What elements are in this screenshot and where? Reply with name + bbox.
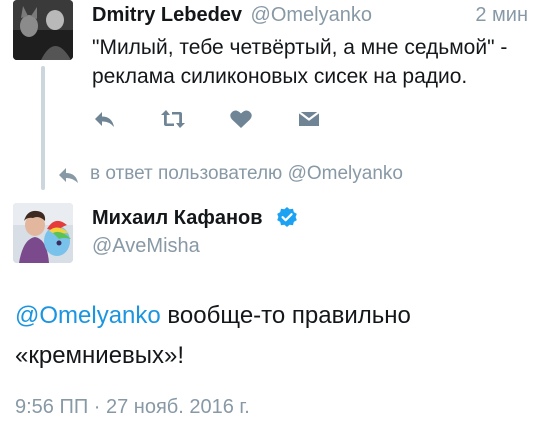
reply-icon: [95, 112, 114, 127]
tweet-actions: [92, 107, 332, 131]
tweet-text: @Omelyanko вообще-то правильно «кремниев…: [15, 296, 525, 376]
author-name[interactable]: Dmitry Lebedev: [92, 4, 242, 26]
reply-icon: [59, 168, 78, 183]
message-icon: [298, 111, 320, 126]
avatar[interactable]: [13, 0, 73, 60]
retweet-button[interactable]: [160, 107, 186, 131]
author-name[interactable]: Михаил Кафанов: [92, 207, 263, 230]
like-icon: [230, 110, 252, 128]
tweet-time: 2 мин: [475, 4, 528, 26]
tweet-detail-screen: Dmitry Lebedev @Omelyanko 2 мин "Милый, …: [0, 0, 540, 444]
parent-tweet-header: Dmitry Lebedev @Omelyanko 2 мин: [92, 4, 528, 30]
parent-tweet[interactable]: Dmitry Lebedev @Omelyanko 2 мин "Милый, …: [0, 0, 540, 190]
direct-message-button[interactable]: [296, 107, 322, 131]
verified-badge-icon: [277, 207, 297, 227]
tweet-timestamp: 9:56 ПП · 27 нояб. 2016 г.: [15, 396, 250, 418]
avatar[interactable]: [13, 203, 73, 263]
retweet-icon: [161, 110, 185, 128]
reply-context-text[interactable]: в ответ пользователю @Omelyanko: [90, 163, 403, 185]
author-handle[interactable]: @AveMisha: [92, 235, 200, 258]
author-handle[interactable]: @Omelyanko: [251, 4, 372, 26]
reply-button[interactable]: [92, 107, 118, 131]
thread-line: [41, 66, 45, 190]
like-button[interactable]: [228, 107, 254, 131]
parent-tweet-text: "Милый, тебе четвёртый, а мне седьмой" -…: [92, 36, 508, 88]
mention-link[interactable]: @Omelyanko: [15, 302, 161, 329]
